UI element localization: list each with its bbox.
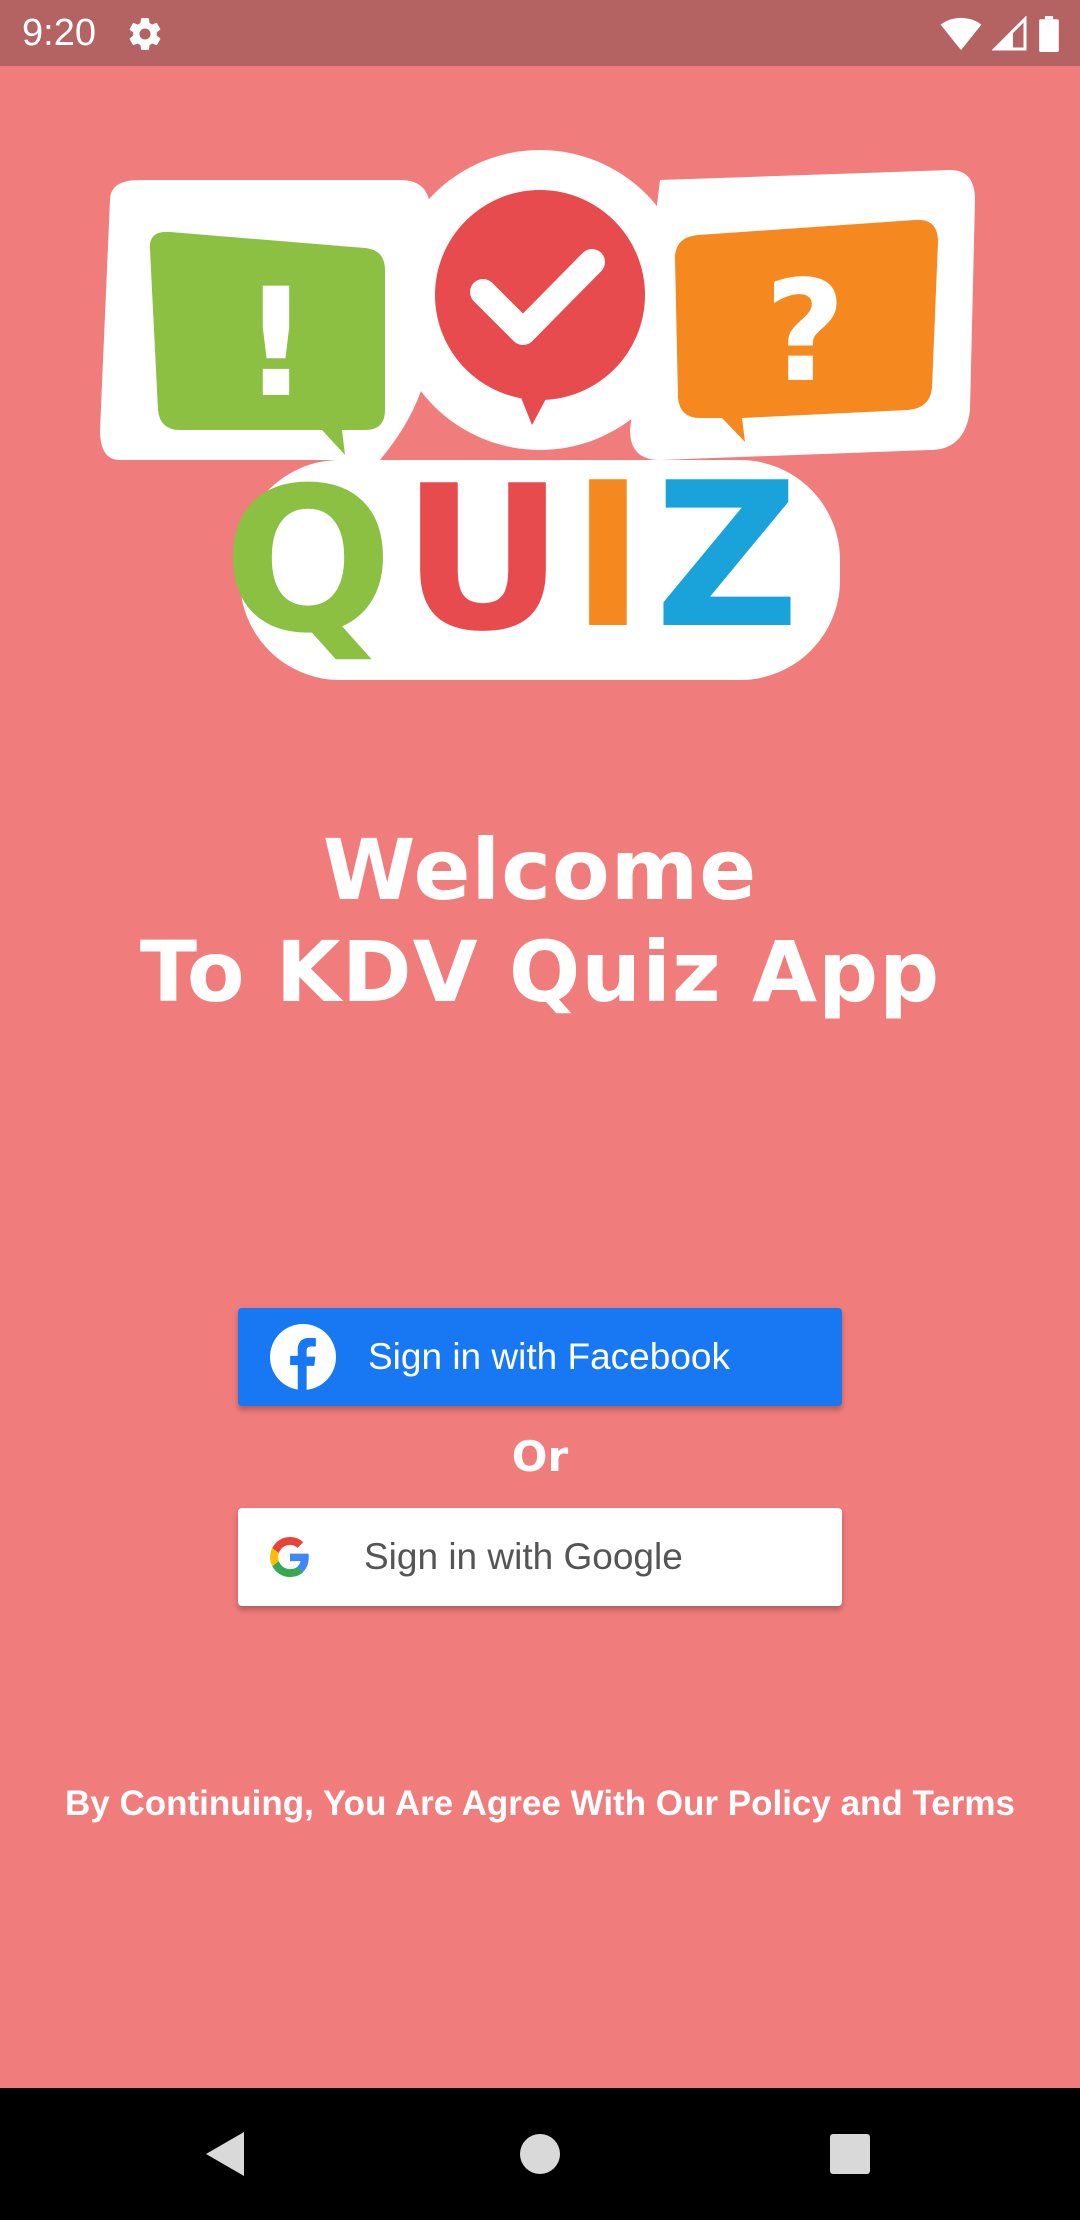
logo-letter-u: U [402,443,564,676]
cellular-signal-icon [992,16,1027,51]
logo-letter-q: Q [223,445,393,678]
navigation-bar [0,2088,1080,2220]
welcome-line-1: Welcome [322,821,758,919]
google-icon [270,1537,309,1577]
or-separator: Or [511,1432,569,1481]
home-icon[interactable] [510,2124,570,2184]
wifi-icon [940,17,982,51]
status-bar: 9:20 [0,0,1080,66]
status-right-icons [940,14,1060,54]
back-icon[interactable] [196,2124,256,2184]
welcome-line-2: To KDV Quiz App [139,923,941,1021]
sign-in-google-button[interactable]: Sign in with Google [238,1508,842,1606]
settings-gear-icon [129,18,161,50]
quiz-logo: ! ? Q U I Z [100,150,975,680]
battery-icon [1039,16,1059,52]
facebook-button-label: Sign in with Facebook [368,1336,730,1377]
google-button-label: Sign in with Google [364,1536,683,1577]
screen: 9:20 ! ? Q U I Z Welcome To KDV Quiz App… [0,0,1080,2220]
terms-text[interactable]: By Continuing, You Are Agree With Our Po… [0,1784,1080,1824]
welcome-heading: Welcome To KDV Quiz App [0,820,1080,1024]
sign-in-facebook-button[interactable]: Sign in with Facebook [238,1308,842,1406]
logo-exclamation: ! [242,257,310,431]
status-time: 9:20 [22,12,96,54]
recents-icon[interactable] [820,2124,880,2184]
facebook-icon [270,1324,336,1390]
logo-letter-z: Z [654,440,799,673]
logo-question: ? [764,251,845,414]
logo-letter-i: I [571,440,645,673]
